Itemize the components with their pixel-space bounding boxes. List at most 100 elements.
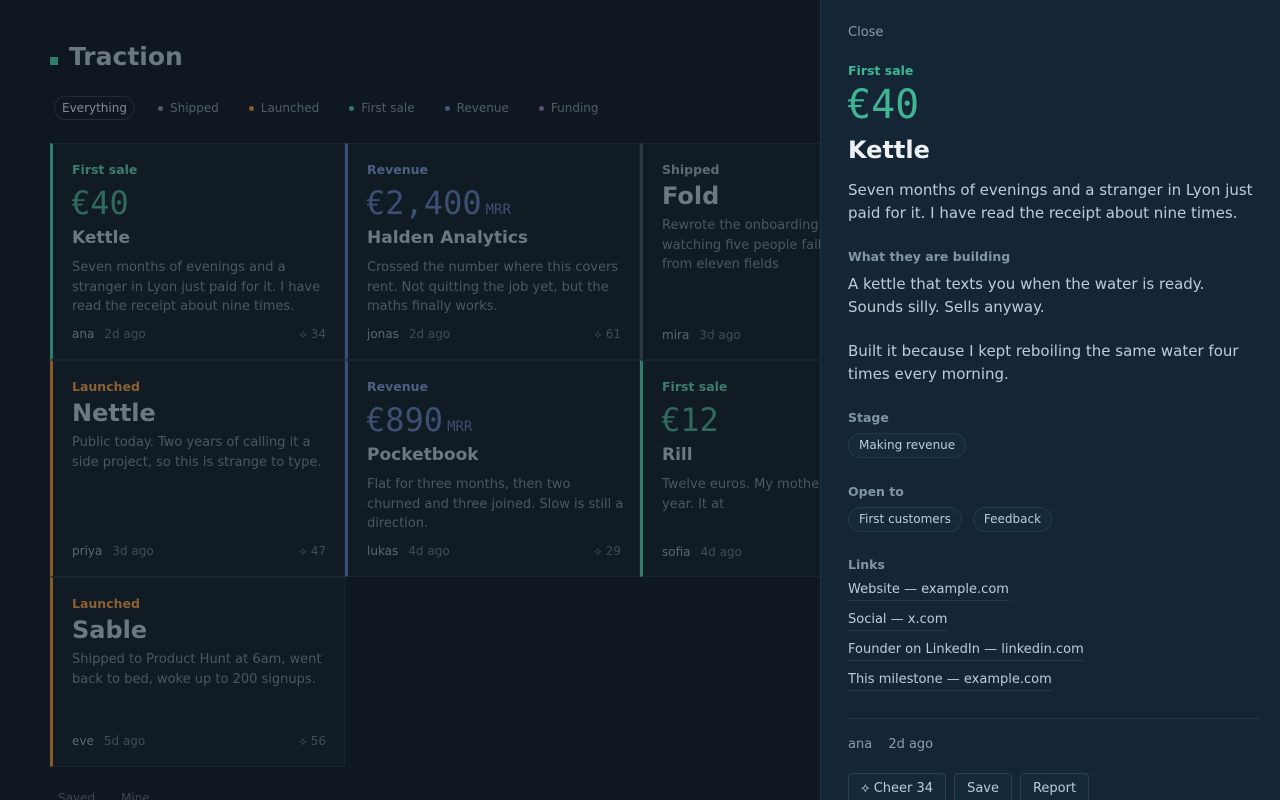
card-cheers[interactable]: ⟡ 61 bbox=[594, 327, 621, 342]
card-name: Kettle bbox=[72, 228, 131, 248]
traction-app: Traction Everything Shipped Launched Fir… bbox=[0, 0, 1280, 800]
filter-label: Funding bbox=[550, 101, 599, 115]
first-sale-dot-icon bbox=[349, 105, 355, 111]
card-cheers[interactable]: ⟡ 34 bbox=[299, 327, 326, 342]
launched-dot-icon bbox=[248, 105, 254, 111]
card-footer: priya 3d ago ⟡ 47 bbox=[72, 544, 326, 559]
milestone-card[interactable]: First sale €40 Kettle Seven months of ev… bbox=[50, 143, 345, 360]
filter-first-sale[interactable]: First sale bbox=[349, 96, 415, 120]
filter-funding[interactable]: Funding bbox=[538, 96, 599, 120]
tab-mine[interactable]: Mine bbox=[121, 791, 150, 800]
page-title: Traction bbox=[69, 42, 183, 71]
shipped-dot-icon bbox=[157, 105, 163, 111]
card-timestamp: 5d ago bbox=[103, 734, 146, 748]
card-author[interactable]: eve bbox=[72, 734, 94, 749]
building-text: A kettle that texts you when the water i… bbox=[848, 273, 1263, 407]
detail-actions: ⟡ Cheer 34 Save Report bbox=[848, 773, 1097, 800]
cheer-button[interactable]: ⟡ Cheer 34 bbox=[848, 773, 947, 800]
card-amount: €2,400 MRR bbox=[366, 184, 511, 222]
card-description: Crossed the number where this covers ren… bbox=[367, 260, 619, 314]
filter-revenue[interactable]: Revenue bbox=[444, 96, 509, 120]
card-kind: Launched bbox=[72, 379, 140, 394]
card-footer: ana 2d ago ⟡ 34 bbox=[72, 327, 326, 342]
milestone-card[interactable]: First sale €12 Rill Twelve euros. My mot… bbox=[640, 360, 820, 577]
card-author[interactable]: sofia bbox=[662, 545, 691, 559]
card-author[interactable]: jonas bbox=[367, 327, 399, 342]
card-cheers[interactable]: ⟡ 47 bbox=[299, 544, 326, 559]
building-paragraph: Built it because I kept reboiling the sa… bbox=[848, 342, 1239, 383]
detail-kind: First sale bbox=[848, 63, 914, 78]
card-timestamp: 3d ago bbox=[699, 328, 741, 342]
card-kind: First sale bbox=[72, 162, 138, 177]
report-button[interactable]: Report bbox=[1019, 773, 1090, 800]
amount-value: €12 bbox=[661, 401, 719, 439]
divider bbox=[848, 718, 1260, 719]
filter-shipped[interactable]: Shipped bbox=[157, 96, 219, 120]
amount-unit: MRR bbox=[485, 202, 511, 218]
card-author[interactable]: mira bbox=[662, 328, 689, 342]
detail-timestamp: 2d ago bbox=[888, 737, 934, 752]
card-description: Public today. Two years of calling it a … bbox=[72, 435, 322, 470]
card-author[interactable]: lukas bbox=[367, 544, 398, 559]
page-header: Traction bbox=[50, 42, 183, 71]
filter-launched[interactable]: Launched bbox=[248, 96, 320, 120]
filter-label: First sale bbox=[361, 101, 415, 115]
filter-label: Revenue bbox=[456, 101, 509, 115]
stage-heading: Stage bbox=[848, 410, 889, 425]
milestone-card[interactable]: Shipped Fold Rewrote the onboarding afte… bbox=[640, 143, 820, 360]
amount-unit: MRR bbox=[447, 419, 473, 435]
milestone-link[interactable]: This milestone — example.com bbox=[848, 670, 1052, 691]
card-name: Sable bbox=[72, 616, 148, 644]
stage-pills: Making revenue bbox=[848, 433, 972, 458]
website-link[interactable]: Website — example.com bbox=[848, 580, 1009, 601]
milestone-card[interactable]: Revenue €890 MRR Pocketbook Flat for thre… bbox=[345, 360, 640, 577]
card-kind: Launched bbox=[72, 596, 140, 611]
filter-bar: Everything Shipped Launched First sale R… bbox=[54, 96, 629, 120]
revenue-dot-icon bbox=[444, 105, 450, 111]
card-description: Rewrote the onboarding after watching fi… bbox=[662, 218, 820, 272]
amount-value: €40 bbox=[71, 184, 129, 222]
close-button[interactable]: Close bbox=[848, 25, 883, 40]
open-to-pill: Feedback bbox=[972, 507, 1053, 532]
filter-label: Launched bbox=[260, 101, 320, 115]
milestone-card[interactable]: Revenue €2,400 MRR Halden Analytics Cross… bbox=[345, 143, 640, 360]
card-amount: €890 MRR bbox=[366, 401, 472, 439]
card-amount: €40 bbox=[71, 184, 129, 222]
card-cheers[interactable]: ⟡ 29 bbox=[594, 544, 621, 559]
links-list: Website — example.com Social — x.com Fou… bbox=[848, 580, 1084, 700]
open-to-pill: First customers bbox=[848, 507, 962, 532]
detail-story: Seven months of evenings and a stranger … bbox=[848, 181, 1253, 222]
filter-label: Shipped bbox=[169, 101, 219, 115]
card-footer: mira 3d ago bbox=[662, 328, 802, 342]
card-name: Fold bbox=[662, 182, 720, 210]
detail-author[interactable]: ana bbox=[848, 737, 872, 752]
card-name: Rill bbox=[662, 445, 693, 465]
save-button[interactable]: Save bbox=[954, 773, 1012, 800]
feed-column: Traction Everything Shipped Launched Fir… bbox=[0, 0, 820, 800]
card-footer: jonas 2d ago ⟡ 61 bbox=[367, 327, 621, 342]
social-link[interactable]: Social — x.com bbox=[848, 610, 948, 631]
card-description: Seven months of evenings and a stranger … bbox=[72, 260, 321, 314]
card-footer: eve 5d ago ⟡ 56 bbox=[72, 734, 326, 749]
linkedin-link[interactable]: Founder on LinkedIn — linkedin.com bbox=[848, 640, 1084, 661]
card-timestamp: 3d ago bbox=[112, 544, 154, 558]
milestone-card[interactable]: Launched Sable Shipped to Product Hunt a… bbox=[50, 577, 345, 767]
milestone-card[interactable]: Launched Nettle Public today. Two years … bbox=[50, 360, 345, 577]
filter-everything[interactable]: Everything bbox=[54, 96, 135, 120]
card-author[interactable]: ana bbox=[72, 327, 94, 342]
card-kind: Shipped bbox=[662, 162, 720, 177]
amount-value: €2,400 bbox=[366, 184, 482, 222]
brand-mark-icon bbox=[50, 56, 58, 65]
card-description: Shipped to Product Hunt at 6am, went bac… bbox=[72, 652, 322, 687]
card-name: Nettle bbox=[72, 399, 156, 427]
card-author[interactable]: priya bbox=[72, 544, 102, 559]
card-timestamp: 2d ago bbox=[104, 327, 146, 341]
bottom-tabs: Saved Mine bbox=[58, 791, 176, 800]
card-timestamp: 2d ago bbox=[408, 327, 451, 341]
card-kind: Revenue bbox=[367, 379, 429, 394]
tab-saved[interactable]: Saved bbox=[58, 791, 95, 800]
open-to-heading: Open to bbox=[848, 484, 904, 499]
open-to-pills: First customers Feedback bbox=[848, 507, 1058, 532]
card-amount: €12 bbox=[661, 401, 719, 439]
card-cheers[interactable]: ⟡ 56 bbox=[299, 734, 326, 749]
